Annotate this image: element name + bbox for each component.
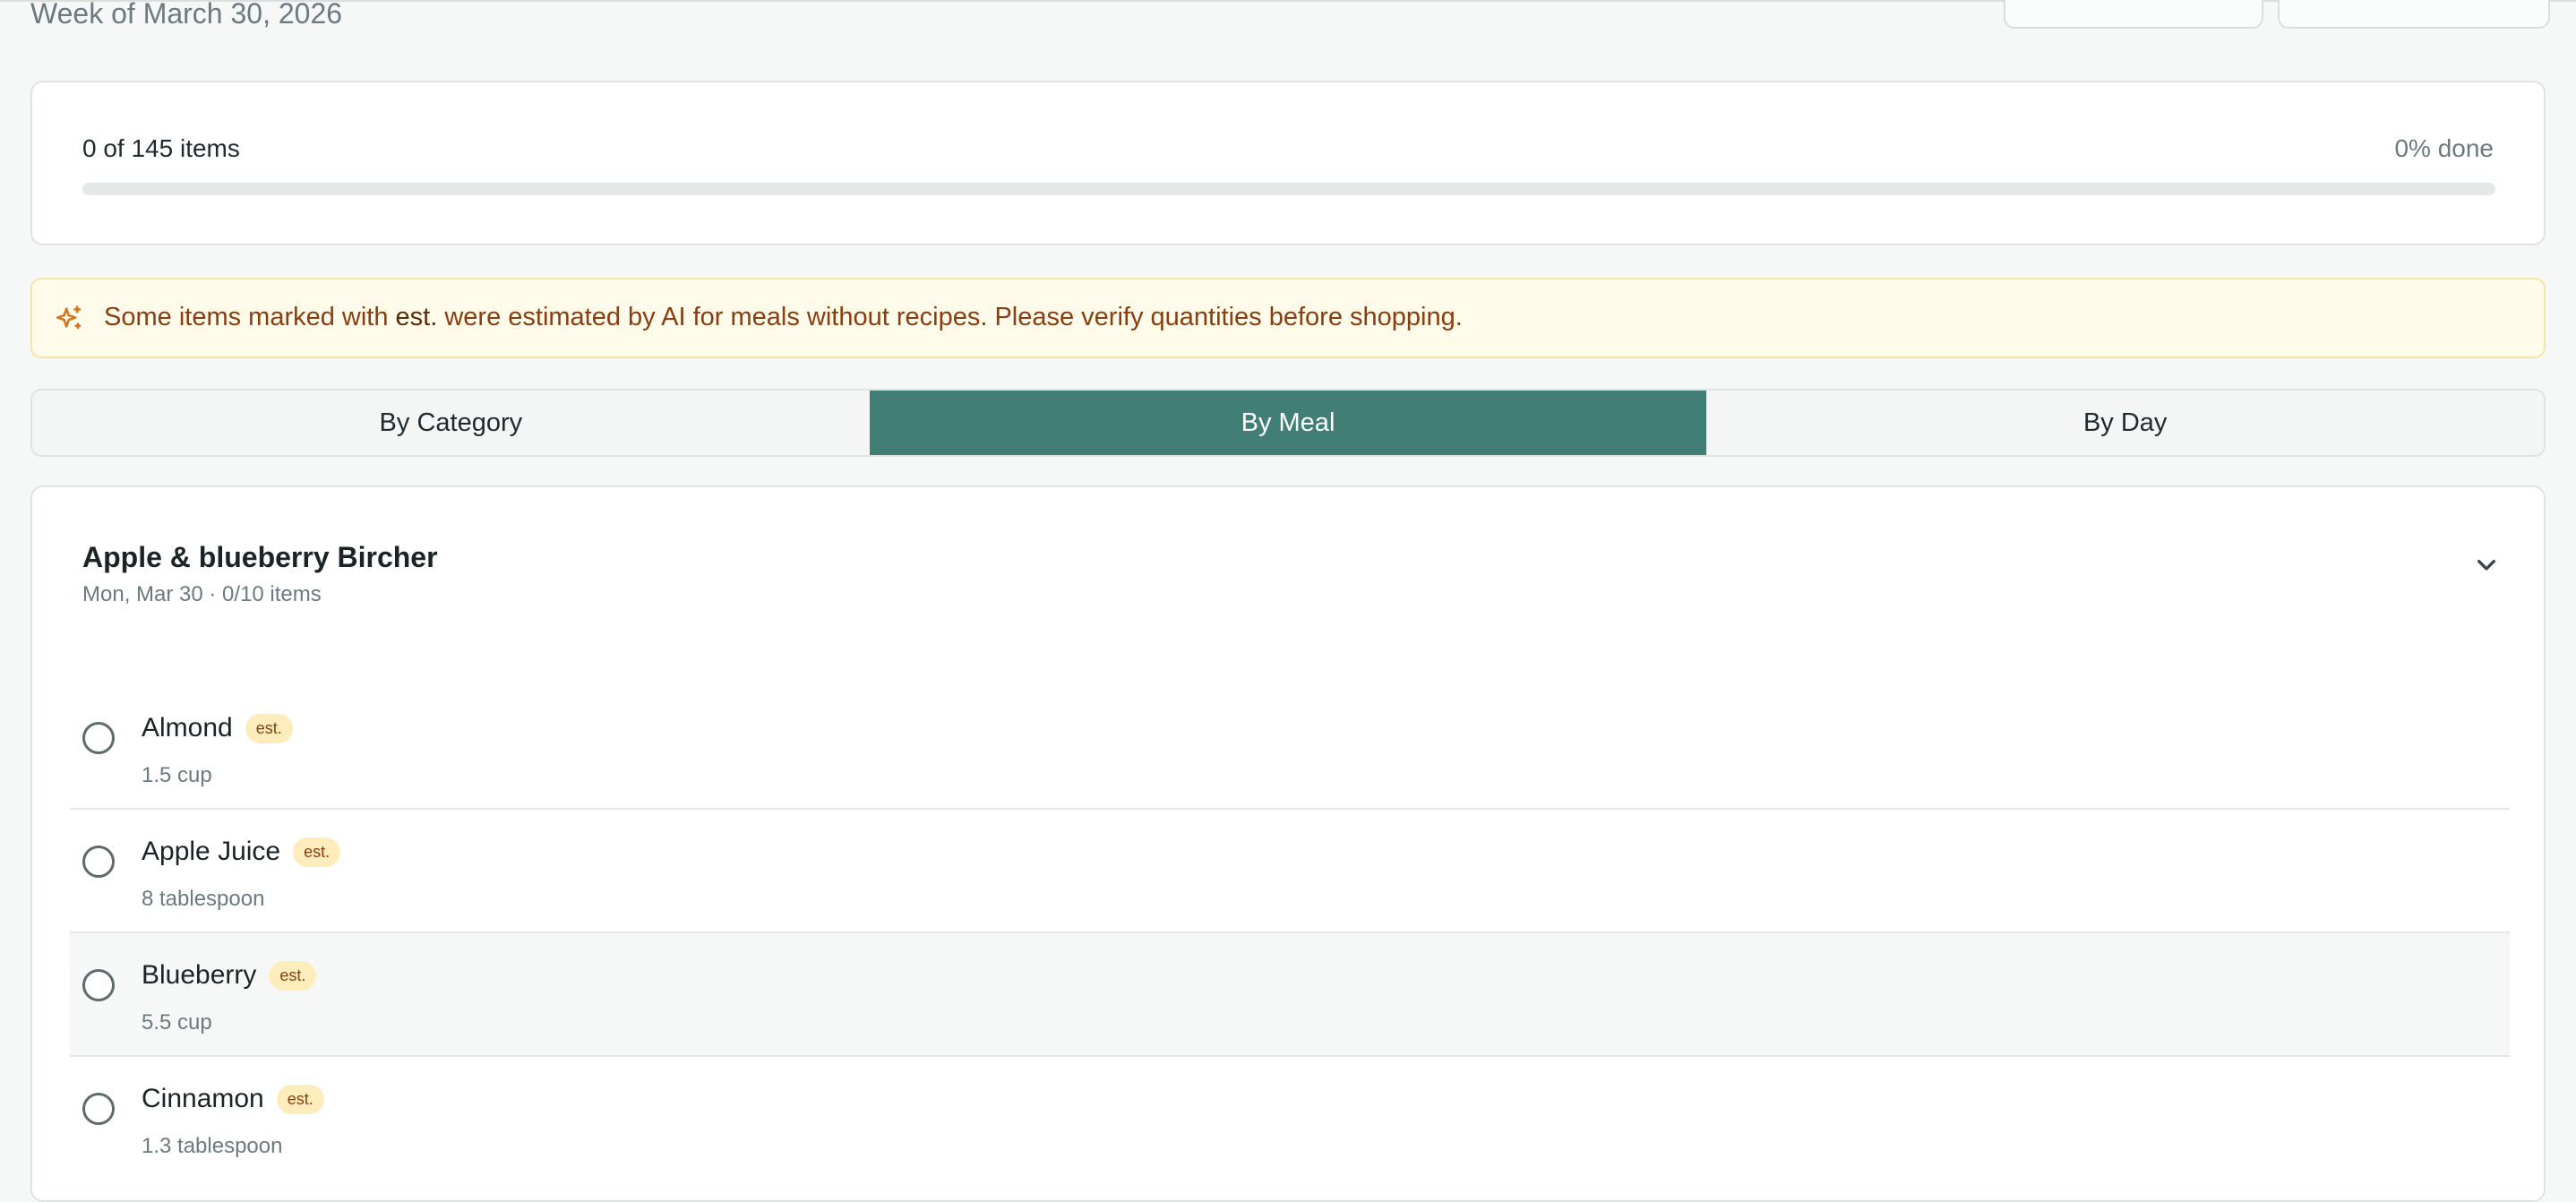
list-item[interactable]: Apple Juice est. 8 tablespoon [70,810,2510,933]
progress-bar [82,183,2495,195]
item-quantity: 1.3 tablespoon [142,1134,283,1158]
meal-subtitle: Mon, Mar 30 · 0/10 items [82,582,322,606]
item-checkbox[interactable] [82,1093,115,1125]
tab-by-day[interactable]: By Day [1706,391,2544,455]
week-label: Week of March 30, 2026 [30,0,343,30]
sparkle-icon [56,305,82,330]
item-quantity: 5.5 cup [142,1010,212,1035]
item-quantity: 1.5 cup [142,763,212,787]
header-action-button-2[interactable] [2278,0,2550,29]
meal-card: Apple & blueberry Bircher Mon, Mar 30 · … [30,485,2546,1202]
progress-count: 0 of 145 items [82,134,240,162]
item-checkbox[interactable] [82,846,115,878]
item-checkbox[interactable] [82,969,115,1001]
item-name-row: Blueberry est. [142,960,317,991]
est-badge: est. [276,1084,324,1114]
item-name-row: Cinnamon est. [142,1084,324,1114]
est-badge: est. [245,713,293,743]
meal-item-list: Almond est. 1.5 cup Apple Juice est. 8 t… [70,686,2510,1181]
item-name: Apple Juice [142,837,281,866]
header-action-button-1[interactable] [2004,0,2263,29]
est-badge: est. [269,960,317,991]
ai-notice-text-before: Some items marked with [104,303,396,331]
view-tabs: By Category By Meal By Day [30,389,2546,457]
item-checkbox[interactable] [82,722,115,754]
list-item[interactable]: Blueberry est. 5.5 cup [70,933,2510,1057]
meal-title: Apple & blueberry Bircher [82,541,438,573]
list-item[interactable]: Almond est. 1.5 cup [70,686,2510,810]
list-item[interactable]: Cinnamon est. 1.3 tablespoon [70,1057,2510,1181]
ai-estimate-notice: Some items marked with est. were estimat… [30,278,2546,358]
item-name: Blueberry [142,960,257,990]
ai-notice-text-after: were estimated by AI for meals without r… [437,303,1463,331]
ai-notice-text: Some items marked with est. were estimat… [104,303,1463,332]
tab-by-meal[interactable]: By Meal [869,391,1707,455]
ai-notice-est-label: est. [395,303,438,331]
progress-card: 0 of 145 items 0% done [30,81,2546,245]
tab-by-category[interactable]: By Category [32,391,870,455]
item-name: Almond [142,713,233,743]
item-quantity: 8 tablespoon [142,887,265,911]
item-name-row: Almond est. [142,713,293,743]
chevron-down-icon[interactable] [2469,546,2504,582]
progress-percent: 0% done [2394,134,2494,162]
est-badge: est. [293,837,341,867]
item-name-row: Apple Juice est. [142,837,341,867]
item-name: Cinnamon [142,1084,264,1113]
